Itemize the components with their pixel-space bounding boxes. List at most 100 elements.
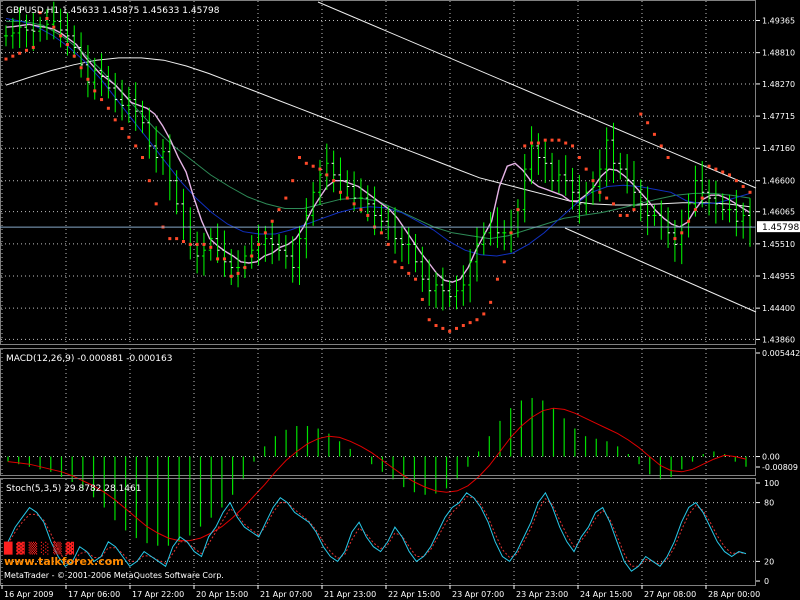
y-tick-label: 1.48810 <box>762 49 795 58</box>
sar-dot <box>100 98 104 102</box>
logo-text: www.talkforex.com <box>4 555 124 568</box>
price-panel-title: GBPUSD,H1 1.45633 1.45875 1.45633 1.4579… <box>6 6 220 16</box>
sar-dot <box>461 324 465 328</box>
sar-dot <box>728 173 732 177</box>
sar-dot <box>591 179 595 183</box>
x-tick-label: 17 Apr 06:00 <box>68 590 120 599</box>
sar-dot <box>618 213 622 217</box>
chart-canvas: GBPUSD,H1 1.45633 1.45875 1.45633 1.4579… <box>0 0 800 600</box>
sar-dot <box>45 16 49 20</box>
sar-dot <box>168 237 172 241</box>
y-tick-label: 1.45510 <box>762 240 795 249</box>
sar-dot <box>236 271 240 275</box>
sar-dot <box>18 51 22 55</box>
y-tick-label: -0.00809 <box>762 463 798 472</box>
sar-dot <box>386 242 390 246</box>
x-tick-label: 21 Apr 23:00 <box>324 590 376 599</box>
sar-dot <box>127 135 131 139</box>
current-price-badge: 1.45798 <box>757 221 800 233</box>
sar-dot <box>577 156 581 160</box>
sar-dot <box>188 242 192 246</box>
y-tick-label: 0.005442 <box>762 349 800 358</box>
sar-dot <box>332 179 336 183</box>
sar-dot <box>304 161 308 165</box>
sar-dot <box>748 190 752 194</box>
sar-dot <box>673 237 677 241</box>
sar-dot <box>52 25 56 29</box>
y-tick-label: 100 <box>764 479 779 488</box>
sar-dot <box>468 321 472 325</box>
sar-dot <box>72 54 76 58</box>
sar-dot <box>86 77 90 81</box>
sar-dot <box>707 164 711 168</box>
sar-dot <box>243 266 247 270</box>
sar-dot <box>202 242 206 246</box>
sar-dot <box>598 190 602 194</box>
sar-dot <box>509 231 513 235</box>
sar-dot <box>120 127 124 131</box>
sar-dot <box>652 132 656 136</box>
sar-dot <box>482 312 486 316</box>
sar-dot <box>222 257 226 261</box>
sar-dot <box>325 173 329 177</box>
sar-dot <box>359 208 363 212</box>
sar-dot <box>571 144 575 148</box>
logo-chinese-text: █ ▓ ▒ ░ ▒ ▓ <box>3 541 74 555</box>
y-tick-label: 20 <box>764 557 774 566</box>
sar-dot <box>625 213 629 217</box>
sar-dot <box>229 274 233 278</box>
sar-dot <box>298 156 302 160</box>
sar-dot <box>543 138 547 142</box>
sar-dot <box>147 179 151 183</box>
sar-dot <box>659 144 663 148</box>
sar-dot <box>489 300 493 304</box>
sar-dot <box>741 184 745 188</box>
sar-dot <box>250 254 254 258</box>
sar-dot <box>24 48 28 52</box>
sar-dot <box>345 196 349 200</box>
x-tick-label: 22 Apr 15:00 <box>388 590 440 599</box>
sar-dot <box>584 167 588 171</box>
sar-dot <box>216 257 220 261</box>
sar-dot <box>605 196 609 200</box>
sar-dot <box>611 202 615 206</box>
sar-dot <box>141 156 145 160</box>
sar-dot <box>714 167 718 171</box>
sar-dot <box>393 260 397 264</box>
y-tick-label: 0 <box>764 577 769 586</box>
x-tick-label: 16 Apr 2009 <box>4 590 53 599</box>
y-tick-label: 1.43860 <box>762 335 795 344</box>
sar-dot <box>420 297 424 301</box>
sar-dot <box>666 156 670 160</box>
sar-dot <box>448 329 452 333</box>
x-tick-label: 28 Apr 00:00 <box>708 590 760 599</box>
sar-dot <box>31 45 35 49</box>
sar-dot <box>414 277 418 281</box>
sar-dot <box>270 219 274 223</box>
y-tick-label: 80 <box>764 499 774 508</box>
x-tick-label: 20 Apr 15:00 <box>196 590 248 599</box>
sar-dot <box>113 118 117 122</box>
sar-dot <box>4 57 8 61</box>
sar-dot <box>700 196 704 200</box>
x-tick-label: 23 Apr 23:00 <box>516 590 568 599</box>
y-tick-label: 1.47715 <box>762 112 795 121</box>
copyright-text: MetaTrader - © 2001-2006 MetaQuotes Soft… <box>4 571 224 580</box>
sar-dot <box>687 219 691 223</box>
sar-dot <box>632 208 636 212</box>
sar-dot <box>530 141 534 145</box>
sar-dot <box>693 208 697 212</box>
sar-dot <box>79 66 83 70</box>
sar-dot <box>195 242 199 246</box>
sar-dot <box>550 138 554 142</box>
sar-dot <box>338 190 342 194</box>
x-tick-label: 27 Apr 08:00 <box>644 590 696 599</box>
sar-dot <box>318 167 322 171</box>
sar-dot <box>311 164 315 168</box>
y-tick-label: 1.44955 <box>762 272 795 281</box>
x-tick-label: 24 Apr 15:00 <box>580 590 632 599</box>
sar-dot <box>134 144 138 148</box>
sar-dot <box>291 179 295 183</box>
sar-dot <box>502 260 506 264</box>
sar-dot <box>59 34 63 38</box>
